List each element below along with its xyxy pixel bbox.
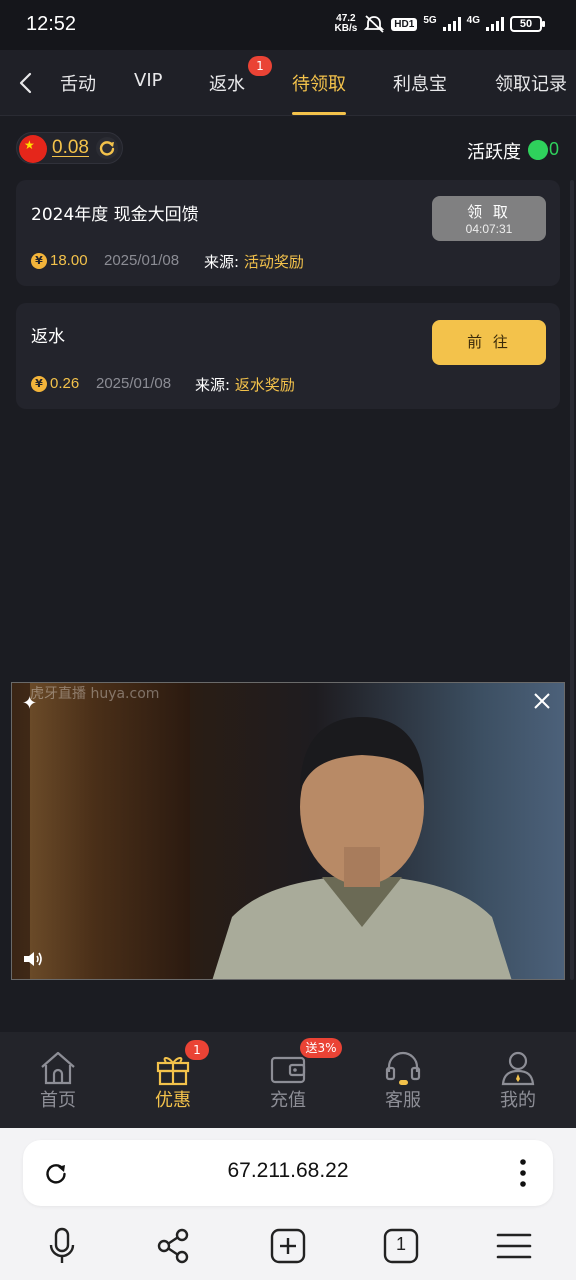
claim-button[interactable]: 领 取 04:07:31 (432, 196, 546, 241)
tabs-button[interactable]: 1 (381, 1226, 421, 1266)
nav-item-support[interactable]: 客服 (345, 1032, 461, 1128)
hd-badge: HD1 (391, 17, 418, 31)
reward-source-value: 返水奖励 (234, 376, 295, 394)
activity-value: 0 (549, 139, 560, 159)
nav-label-deposit: 充值 (270, 1090, 306, 1111)
balance-pill: 0.08 (16, 132, 123, 164)
video-frame-person (212, 717, 512, 979)
network-5g-label: 5G (423, 14, 437, 26)
reward-card: 2024年度 现金大回馈 ¥ 18.00 2025/01/08 来源: 活动奖励… (16, 180, 560, 286)
more-vertical-icon[interactable] (519, 1158, 527, 1188)
battery-icon: 50 (510, 16, 545, 32)
microphone-icon[interactable] (42, 1226, 82, 1266)
lightning-icon (528, 140, 548, 160)
reward-date: 2025/01/08 (96, 375, 172, 392)
reward-source: 来源: 活动奖励 (204, 251, 304, 272)
nav-deposit-badge: 送3% (300, 1038, 342, 1058)
video-frame-door (30, 683, 190, 979)
tab-activity[interactable]: 舌动 (60, 70, 96, 96)
claim-button-label: 领 取 (467, 203, 511, 221)
reward-title: 返水 (31, 327, 65, 347)
net-speed: 47.2 KB/s (335, 14, 358, 34)
status-bar: 12:52 47.2 KB/s HD1 5G 4G 50 (0, 0, 576, 50)
home-icon (41, 1051, 75, 1085)
nav-label-support: 客服 (385, 1090, 421, 1111)
signal-icon (442, 17, 461, 31)
yen-coin-icon: ¥ (31, 376, 47, 392)
cn-flag-icon (19, 135, 47, 163)
tab-rebate-badge: 1 (248, 56, 272, 76)
reward-source-value: 活动奖励 (243, 253, 304, 271)
go-button[interactable]: 前 往 (432, 320, 546, 365)
nav-item-deposit[interactable]: 送3% 充值 (230, 1032, 346, 1128)
reward-source-label: 来源: (204, 253, 244, 271)
reward-amount: 0.26 (50, 375, 80, 392)
network-4g-label: 4G (466, 14, 480, 26)
refresh-icon[interactable] (96, 137, 118, 159)
activity-label: 活跃度 (467, 142, 521, 163)
tab-records[interactable]: 领取记录 (495, 70, 567, 96)
status-icons: 47.2 KB/s HD1 5G 4G 50 (335, 14, 545, 34)
new-tab-icon[interactable] (268, 1226, 308, 1266)
reward-source-label: 来源: (195, 376, 235, 394)
nav-label-promotions: 优惠 (155, 1090, 191, 1111)
tab-interest[interactable]: 利息宝 (393, 70, 447, 96)
tab-pending[interactable]: 待领取 (292, 70, 346, 96)
user-icon (501, 1051, 535, 1086)
browser-bar: 67.211.68.22 1 (0, 1128, 576, 1280)
nav-item-home[interactable]: 首页 (0, 1032, 116, 1128)
signal-icon-2 (486, 17, 504, 31)
nav-label-profile: 我的 (500, 1090, 536, 1111)
nav-item-profile[interactable]: 我的 (460, 1032, 576, 1128)
address-bar[interactable]: 67.211.68.22 (23, 1140, 553, 1206)
reward-card: 返水 ¥ 0.26 2025/01/08 来源: 返水奖励 前 往 (16, 303, 560, 409)
active-tab-indicator (292, 112, 346, 115)
speaker-icon[interactable] (22, 949, 44, 969)
back-icon[interactable] (14, 68, 38, 98)
status-time: 12:52 (26, 13, 77, 35)
nav-label-home: 首页 (40, 1090, 76, 1111)
bottom-navigation: 首页 1 优惠 送3% 充值 客服 我的 (0, 1032, 576, 1128)
share-icon[interactable] (154, 1226, 194, 1266)
net-speed-unit: KB/s (334, 23, 358, 34)
floating-video-player[interactable]: 虎牙直播 huya.com ✦ (11, 682, 565, 980)
top-tab-bar: 舌动 VIP 返水 1 待领取 利息宝 领取记录 (0, 50, 576, 116)
headset-icon (385, 1051, 421, 1085)
url-text[interactable]: 67.211.68.22 (23, 1159, 553, 1183)
tab-count: 1 (395, 1234, 406, 1254)
scrollbar[interactable] (570, 180, 574, 980)
reward-amount: 18.00 (50, 252, 88, 269)
tab-vip[interactable]: VIP (134, 70, 162, 91)
wallet-icon (270, 1056, 306, 1084)
tab-rebate[interactable]: 返水 (209, 70, 245, 96)
balance-amount: 0.08 (52, 137, 89, 158)
video-watermark: 虎牙直播 huya.com (30, 686, 160, 702)
close-icon[interactable] (532, 691, 552, 711)
nav-promotions-badge: 1 (185, 1040, 209, 1060)
menu-icon[interactable] (494, 1226, 534, 1266)
reward-source: 来源: 返水奖励 (195, 374, 295, 395)
nav-item-promotions[interactable]: 1 优惠 (115, 1032, 231, 1128)
claim-countdown: 04:07:31 (465, 222, 513, 236)
mute-icon (364, 15, 385, 33)
pin-icon[interactable]: ✦ (22, 693, 37, 714)
reward-date: 2025/01/08 (104, 252, 180, 269)
yen-coin-icon: ¥ (31, 253, 47, 269)
reward-title: 2024年度 现金大回馈 (31, 205, 199, 225)
